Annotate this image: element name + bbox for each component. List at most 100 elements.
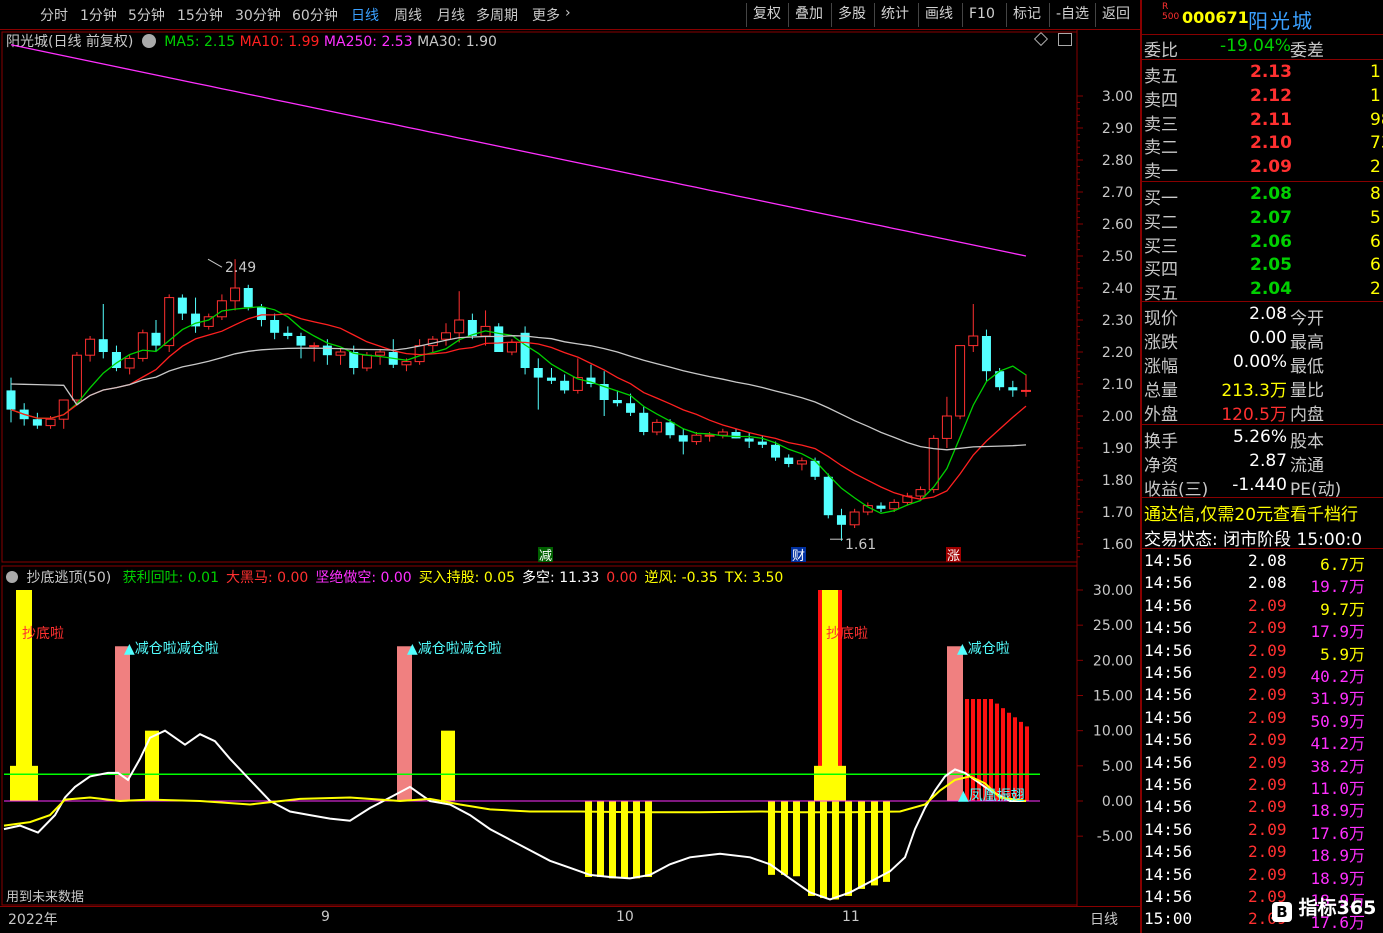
low-price-label: 1.61 [845, 537, 876, 553]
indicator-axis-label: 25.00 [1093, 618, 1133, 634]
tick-time: 14:56 [1144, 819, 1193, 839]
price-axis-label: 2.90 [1102, 121, 1133, 137]
tick-volume: 31.9万 [1310, 689, 1365, 709]
dakhma-bar [989, 699, 993, 801]
asks-row-0[interactable]: 卖五 2.13 1 [1142, 61, 1383, 87]
price-axis-label: 2.70 [1102, 185, 1133, 201]
toolbar-button-7[interactable]: -自选 [1049, 3, 1095, 27]
timeframe-6[interactable]: 日线 [351, 5, 379, 25]
negative-bar [858, 801, 865, 889]
candle-body [494, 326, 504, 352]
top-toolbar: 分时 1分钟 5分钟 15分钟 30分钟 60分钟 日线 周线 月线 多周期 更多 › 复权 叠加 多股统… [0, 0, 1140, 30]
bids-volume: 8 [1370, 184, 1381, 204]
price-axis-label: 1.90 [1102, 441, 1133, 457]
period-button[interactable]: 日线 [1090, 909, 1118, 929]
toolbar-button-0[interactable]: 复权 [746, 3, 787, 27]
timeframe-5[interactable]: 60分钟 [292, 5, 338, 25]
stock-name: 阳光城 [1248, 9, 1314, 33]
ad-banner[interactable]: 通达信,仅需20元查看千档行 [1142, 499, 1383, 525]
jiancang-label-3: ▲减仓啦 [957, 640, 1010, 657]
tag-zhang: 涨 [947, 549, 960, 564]
candle-body [256, 307, 266, 320]
price-axis-label: 1.70 [1102, 505, 1133, 521]
tick-price: 2.09 [1248, 819, 1287, 839]
toolbar-button-4[interactable]: 画线 [918, 3, 959, 27]
tick-row-8: 14:56 2.09 41.2万 [1142, 729, 1383, 753]
candle-body [560, 380, 570, 391]
tick-volume: 18.9万 [1310, 846, 1365, 866]
tick-price: 2.09 [1248, 797, 1287, 817]
timeframe-10[interactable]: 更多 [532, 5, 560, 25]
price-axis-label: 3.00 [1102, 89, 1133, 105]
asks-row-4[interactable]: 卖一 2.09 2 [1142, 156, 1383, 183]
tick-price: 2.09 [1248, 775, 1287, 794]
candle-body [876, 505, 886, 509]
timeframe-9[interactable]: 多周期 [476, 5, 518, 25]
bids-price: 2.08 [1250, 184, 1292, 204]
bids-row-2[interactable]: 买三 2.06 6 [1142, 231, 1383, 257]
tick-price: 2.09 [1248, 663, 1287, 682]
quote-label-2: 最高 [1290, 333, 1324, 353]
chaodi-base-1 [10, 765, 38, 801]
candle-body [810, 460, 820, 477]
ma10-line [10, 313, 1027, 500]
bids-volume: 5 [1370, 207, 1381, 228]
month-10-label: 10 [616, 909, 634, 925]
candle-body [546, 377, 556, 381]
kline-chart[interactable]: 3.00 2.90 2.80 2.70 2.60 2.50 2.40 2.30 2.20 2.10… [0, 30, 1140, 906]
tick-volume: 18.9万 [1310, 801, 1365, 821]
quote-value: 2.08 [1249, 304, 1287, 324]
asks-row-3[interactable]: 卖二 2.10 73 [1142, 132, 1383, 158]
candle-body [836, 515, 846, 525]
fund-label-2: 流通 [1290, 456, 1324, 476]
quote-label: 涨幅 [1144, 357, 1178, 377]
bids-row-3[interactable]: 买四 2.05 6 [1142, 254, 1383, 280]
toolbar-button-1[interactable]: 叠加 [788, 3, 829, 27]
timeframe-2[interactable]: 5分钟 [128, 5, 165, 25]
trade-state-row: 交易状态: 闭市阶段 15:00:0 [1142, 524, 1383, 550]
candle-body [968, 335, 979, 347]
quote-value: 213.3万 [1221, 381, 1287, 401]
asks-row-1[interactable]: 卖四 2.12 1 [1142, 85, 1383, 111]
quote-row-2: 涨幅 0.00% 最低 [1142, 351, 1383, 377]
bids-row-0[interactable]: 买一 2.08 8 [1142, 183, 1383, 209]
candle-body [612, 400, 622, 404]
tick-row-5: 14:56 2.09 40.2万 [1142, 662, 1383, 686]
bids-row-1[interactable]: 买二 2.07 5 [1142, 207, 1383, 233]
negative-bar [871, 801, 878, 886]
fund-label: 换手 [1144, 432, 1178, 452]
toolbar-button-3[interactable]: 统计 [874, 3, 915, 27]
tick-price: 2.08 [1248, 551, 1287, 570]
ad-text[interactable]: 通达信,仅需20元查看千档行 [1144, 500, 1358, 525]
trade-state: 交易状态: 闭市阶段 15:00:0 [1144, 530, 1363, 550]
candle-body [283, 332, 293, 336]
asks-row-2[interactable]: 卖三 2.11 98 [1142, 109, 1383, 135]
negative-bar [820, 801, 827, 899]
asks-label: 卖一 [1144, 162, 1178, 183]
tick-time: 14:56 [1144, 595, 1193, 615]
toolbar-button-2[interactable]: 多股 [831, 3, 872, 27]
tick-row-10: 14:56 2.09 11.0万 [1142, 774, 1383, 798]
timeframe-0[interactable]: 分时 [40, 5, 68, 25]
tick-row-12: 14:56 2.09 17.6万 [1142, 819, 1383, 843]
weibi-row: 委比 -19.04% 委差 [1142, 35, 1383, 61]
toolbar-button-5[interactable]: F10 [962, 3, 1001, 27]
toolbar-button-6[interactable]: 标记 [1006, 3, 1047, 27]
toolbar-button-8[interactable]: 返回 [1095, 3, 1136, 27]
candle-body [955, 345, 966, 417]
tick-price: 2.09 [1248, 752, 1287, 772]
quote-value: 120.5万 [1221, 405, 1287, 425]
timeframe-3[interactable]: 15分钟 [177, 5, 223, 25]
tick-time: 15:00 [1144, 909, 1193, 929]
bids-label: 买三 [1144, 236, 1178, 257]
timeframe-8[interactable]: 月线 [437, 5, 465, 25]
bids-row-4[interactable]: 买五 2.04 2 [1142, 278, 1383, 304]
tick-time: 14:56 [1144, 842, 1193, 862]
chevron-right-icon[interactable]: › [565, 5, 571, 21]
quote-label-2: 量比 [1290, 381, 1324, 401]
fund-value: 2.87 [1249, 451, 1287, 471]
timeframe-4[interactable]: 30分钟 [235, 5, 281, 25]
timeframe-1[interactable]: 1分钟 [80, 5, 117, 25]
timeframe-7[interactable]: 周线 [394, 5, 422, 25]
negative-bar [832, 801, 839, 900]
